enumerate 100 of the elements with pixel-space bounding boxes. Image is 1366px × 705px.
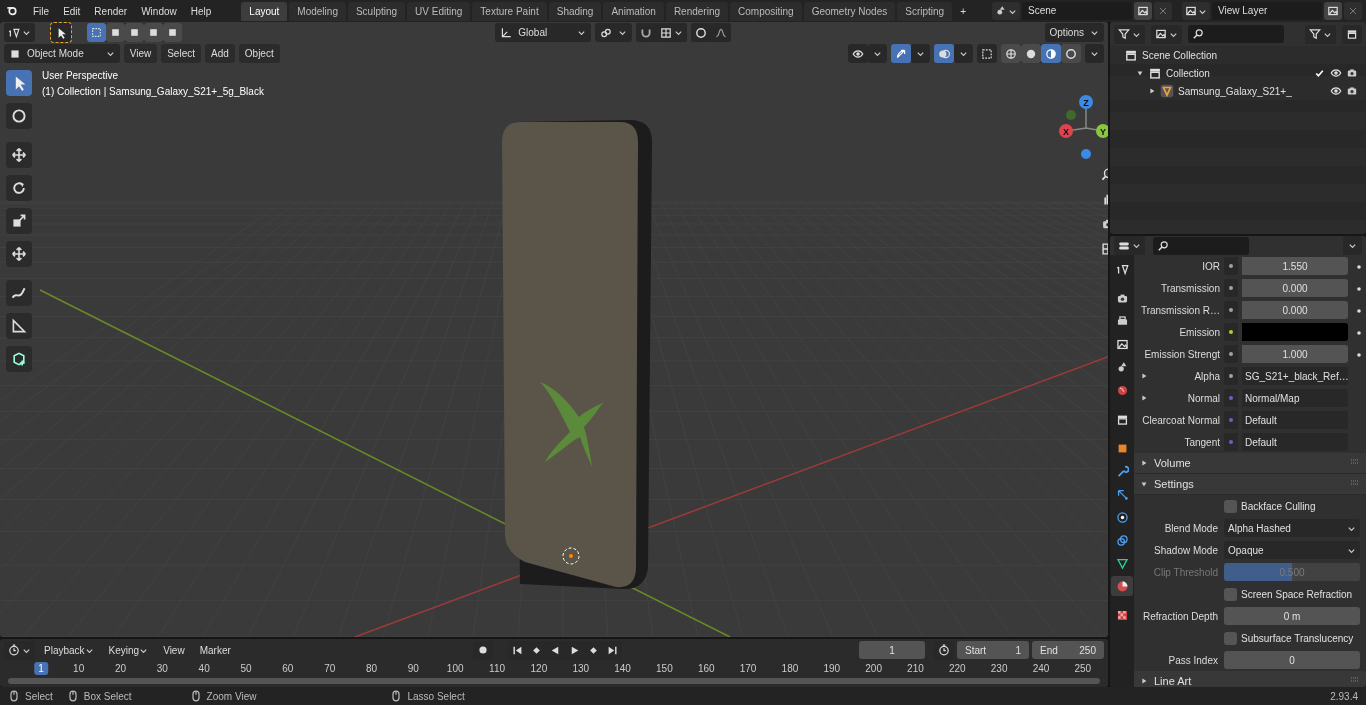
shading-mode-button[interactable] bbox=[1001, 44, 1021, 63]
snap-target-button[interactable] bbox=[656, 23, 688, 42]
pivot-dropdown[interactable] bbox=[595, 23, 633, 42]
display-mode-button[interactable] bbox=[1151, 24, 1182, 44]
chevron-button[interactable] bbox=[911, 44, 930, 63]
workspace-tab[interactable]: Texture Paint bbox=[472, 1, 547, 21]
navigation-gizmo[interactable]: X Y Z bbox=[1055, 92, 1108, 162]
socket-button[interactable] bbox=[1224, 257, 1238, 275]
socket-button[interactable] bbox=[1224, 345, 1238, 363]
current-frame-marker[interactable]: 1 bbox=[34, 662, 48, 675]
shading-mode-button[interactable] bbox=[1021, 44, 1041, 63]
menu-item[interactable]: Help bbox=[184, 2, 218, 20]
workspace-tab[interactable]: Animation bbox=[603, 1, 664, 21]
scene-selector-button[interactable] bbox=[992, 2, 1020, 20]
menu-item[interactable]: View bbox=[123, 44, 158, 63]
linked-input-field[interactable]: Normal/Map bbox=[1242, 389, 1348, 407]
number-field[interactable]: 0.000 bbox=[1242, 279, 1348, 297]
socket-button[interactable] bbox=[1224, 301, 1238, 319]
socket-button[interactable] bbox=[1224, 323, 1238, 341]
panel-header[interactable]: Line Art bbox=[1134, 671, 1366, 687]
current-frame-field[interactable]: 1 bbox=[859, 641, 925, 659]
options-button[interactable] bbox=[1343, 236, 1362, 255]
gizmo-button[interactable] bbox=[891, 44, 911, 63]
search-field[interactable] bbox=[1153, 236, 1249, 255]
menu-item[interactable]: Render bbox=[88, 2, 134, 20]
panel-header[interactable]: Volume bbox=[1134, 453, 1366, 474]
workspace-tab[interactable]: Sculpting bbox=[347, 1, 406, 21]
checkbox-label[interactable]: Screen Space Refraction bbox=[1241, 588, 1353, 600]
tool-button[interactable] bbox=[6, 241, 32, 267]
menu-item[interactable]: Window bbox=[135, 2, 183, 20]
overlay-button[interactable] bbox=[934, 44, 954, 63]
socket-button[interactable] bbox=[1224, 367, 1238, 385]
tool-button[interactable] bbox=[6, 346, 32, 372]
outliner-item[interactable]: Collection bbox=[1166, 67, 1309, 79]
falloff-button[interactable] bbox=[711, 23, 732, 42]
socket-button[interactable] bbox=[1224, 279, 1238, 297]
editor-type-button[interactable] bbox=[4, 23, 35, 42]
tool-button[interactable] bbox=[6, 175, 32, 201]
workspace-tab[interactable]: Shading bbox=[548, 1, 602, 21]
color-swatch[interactable] bbox=[1242, 323, 1348, 341]
menu-item[interactable]: Edit bbox=[57, 2, 87, 20]
number-field[interactable]: 1.000 bbox=[1242, 345, 1348, 363]
workspace-tab[interactable]: Rendering bbox=[665, 1, 729, 21]
tool-button[interactable] bbox=[6, 142, 32, 168]
selection-mode-button[interactable] bbox=[106, 23, 125, 42]
selection-mode-button[interactable] bbox=[87, 23, 106, 42]
number-field[interactable]: 0 bbox=[1224, 651, 1360, 669]
proportional-edit-button[interactable] bbox=[691, 23, 712, 42]
selection-mode-button[interactable] bbox=[163, 23, 182, 42]
scene-field[interactable]: Scene bbox=[1022, 2, 1132, 20]
linked-input-field[interactable]: Default bbox=[1242, 433, 1348, 451]
linked-input-field[interactable]: SG_S21+_black_Ref… bbox=[1242, 367, 1348, 385]
copy-button[interactable] bbox=[1134, 2, 1152, 20]
select-tool-button[interactable] bbox=[51, 23, 71, 42]
timeline-scrollbar[interactable] bbox=[8, 678, 1100, 684]
mode-dropdown[interactable]: Object Mode bbox=[4, 44, 120, 63]
tool-button[interactable] bbox=[6, 103, 32, 129]
view-layer-field[interactable]: View Layer bbox=[1212, 2, 1322, 20]
tool-button[interactable] bbox=[6, 313, 32, 339]
number-field[interactable]: 1.550 bbox=[1242, 257, 1348, 275]
tool-button[interactable] bbox=[6, 280, 32, 306]
copy-button[interactable] bbox=[1324, 2, 1342, 20]
checkbox-label[interactable]: Backface Culling bbox=[1241, 500, 1316, 512]
shading-mode-button[interactable] bbox=[1061, 44, 1081, 63]
transform-orientation-dropdown[interactable]: Global bbox=[495, 23, 592, 42]
workspace-tab[interactable]: Scripting bbox=[897, 1, 953, 21]
menu-item[interactable]: Select bbox=[161, 44, 201, 63]
editor-type-button[interactable] bbox=[1114, 236, 1145, 255]
new-collection-button[interactable] bbox=[1342, 24, 1362, 44]
filter-button[interactable] bbox=[1305, 24, 1336, 44]
xray-button[interactable] bbox=[977, 44, 997, 63]
menu-item[interactable]: Add bbox=[205, 44, 235, 63]
visibility-button[interactable] bbox=[848, 44, 868, 63]
checkbox-label[interactable]: Subsurface Translucency bbox=[1241, 632, 1354, 644]
dropdown[interactable]: Opaque bbox=[1224, 541, 1360, 559]
checkbox[interactable] bbox=[1224, 631, 1237, 645]
properties-tab[interactable] bbox=[1111, 576, 1133, 596]
workspace-tab[interactable]: Layout bbox=[241, 1, 288, 21]
workspace-tab[interactable]: UV Editing bbox=[407, 1, 471, 21]
view-layer-selector-button[interactable] bbox=[1182, 2, 1210, 20]
tool-button[interactable] bbox=[6, 208, 32, 234]
checkbox[interactable] bbox=[1224, 499, 1237, 513]
panel-header[interactable]: Settings bbox=[1134, 474, 1366, 495]
checkbox[interactable] bbox=[1224, 587, 1237, 601]
workspace-tab[interactable]: Compositing bbox=[730, 1, 802, 21]
editor-type-button[interactable] bbox=[1114, 24, 1145, 44]
options-dropdown[interactable]: Options bbox=[1044, 23, 1104, 42]
menu-item[interactable]: Object bbox=[238, 44, 280, 63]
add-workspace-button[interactable]: + bbox=[954, 1, 972, 21]
start-frame-field[interactable]: Start 1 bbox=[957, 641, 1029, 659]
number-field[interactable]: 0 m bbox=[1224, 607, 1360, 625]
tool-button[interactable] bbox=[6, 70, 32, 96]
workspace-tab[interactable]: Modeling bbox=[289, 1, 346, 21]
menu-item[interactable]: File bbox=[27, 2, 56, 20]
chevron-button[interactable] bbox=[954, 44, 973, 63]
end-frame-field[interactable]: End 250 bbox=[1032, 641, 1104, 659]
snap-button[interactable] bbox=[636, 23, 657, 42]
search-field[interactable] bbox=[1188, 25, 1284, 43]
linked-input-field[interactable]: Default bbox=[1242, 411, 1348, 429]
dropdown[interactable]: Alpha Hashed bbox=[1224, 519, 1360, 537]
